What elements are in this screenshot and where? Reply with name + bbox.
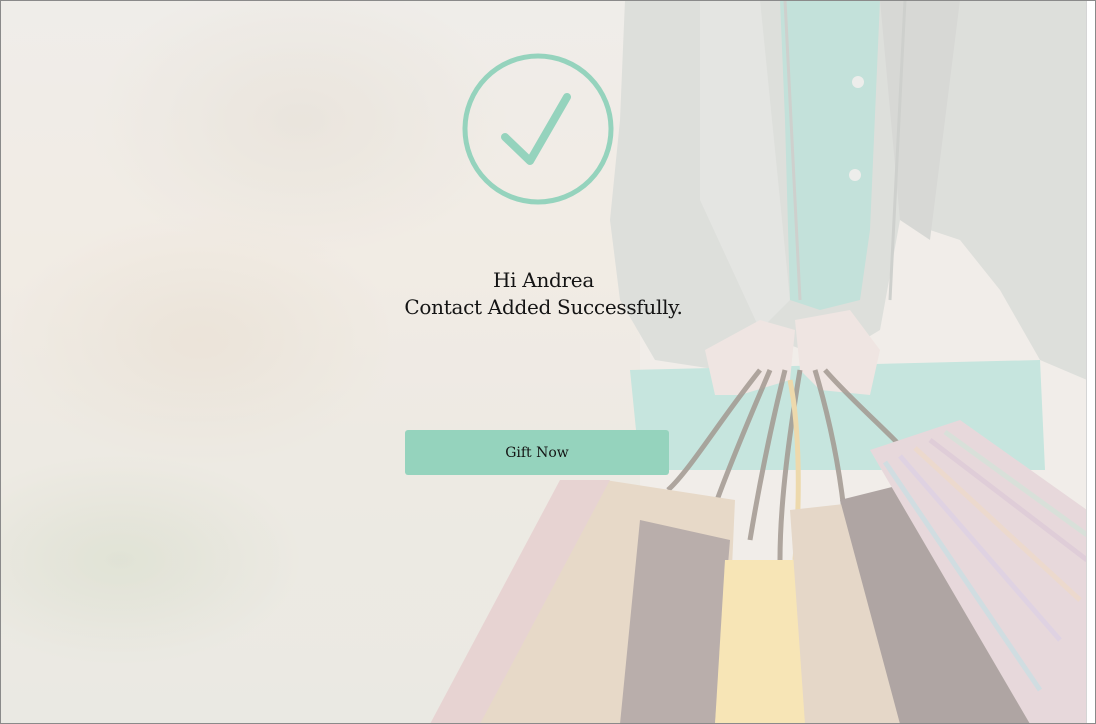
success-screen: Hi Andrea Contact Added Successfully. Gi… bbox=[0, 0, 1096, 724]
gift-now-button[interactable]: Gift Now bbox=[405, 430, 669, 475]
greeting-text: Hi Andrea bbox=[493, 268, 594, 292]
checkmark-circle-icon bbox=[462, 53, 614, 205]
right-edge-strip bbox=[1086, 0, 1096, 724]
success-message: Contact Added Successfully. bbox=[404, 295, 683, 319]
